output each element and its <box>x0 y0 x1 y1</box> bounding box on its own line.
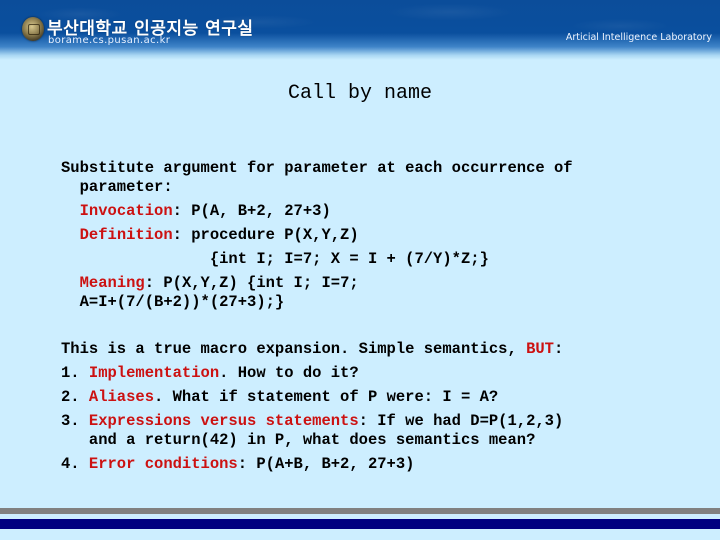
body-line: Definition: procedure P(X,Y,Z) <box>61 225 359 245</box>
body-text: : P(A, B+2, 27+3) <box>172 202 331 220</box>
body-line: A=I+(7/(B+2))*(27+3);} <box>61 292 285 312</box>
highlighted-term: Aliases <box>88 388 155 406</box>
slide-header: 부산대학교 인공지능 연구실 borame.cs.pusan.ac.kr Art… <box>0 0 720 60</box>
body-text: Substitute argument for parameter at eac… <box>61 159 573 177</box>
body-text: and a return(42) in P, what does semanti… <box>61 431 536 449</box>
body-line: 2. Aliases. What if statement of P were:… <box>61 387 498 407</box>
body-text: This is a true macro expansion. Simple s… <box>61 340 527 358</box>
body-text: 1. <box>61 364 89 382</box>
body-line: This is a true macro expansion. Simple s… <box>61 339 563 359</box>
highlighted-term: BUT <box>526 340 554 358</box>
highlighted-term: Meaning <box>79 274 145 292</box>
university-emblem-icon <box>22 17 44 41</box>
body-text: : procedure P(X,Y,Z) <box>172 226 359 244</box>
body-line: 1. Implementation. How to do it? <box>61 363 359 383</box>
body-text <box>61 274 80 292</box>
body-line: {int I; I=7; X = I + (7/Y)*Z;} <box>61 249 489 269</box>
body-text: . What if statement of P were: I = A? <box>154 388 499 406</box>
footer-navy-bar <box>0 519 720 529</box>
body-text: A=I+(7/(B+2))*(27+3);} <box>61 293 285 311</box>
highlighted-term: Error conditions <box>88 455 238 473</box>
body-text: : P(X,Y,Z) {int I; I=7; <box>144 274 359 292</box>
body-line: 4. Error conditions: P(A+B, B+2, 27+3) <box>61 454 414 474</box>
body-text: 3. <box>61 412 89 430</box>
highlighted-term: Definition <box>79 226 173 244</box>
body-line: parameter: <box>61 177 173 197</box>
lab-name: Articial Intelligence Laboratory <box>565 32 712 43</box>
body-text: 4. <box>61 455 89 473</box>
body-line: Invocation: P(A, B+2, 27+3) <box>61 201 331 221</box>
highlighted-term: Expressions versus statements <box>88 412 359 430</box>
body-line: Meaning: P(X,Y,Z) {int I; I=7; <box>61 273 359 293</box>
university-url: borame.cs.pusan.ac.kr <box>48 35 171 46</box>
body-text: parameter: <box>61 178 173 196</box>
body-text: : P(A+B, B+2, 27+3) <box>237 455 415 473</box>
highlighted-term: Invocation <box>79 202 173 220</box>
body-text <box>61 226 80 244</box>
slide-title: Call by name <box>287 82 433 105</box>
body-text: 2. <box>61 388 89 406</box>
body-text: {int I; I=7; X = I + (7/Y)*Z;} <box>61 250 489 268</box>
body-text: : If we had D=P(1,2,3) <box>358 412 564 430</box>
footer-gray-bar <box>0 508 720 514</box>
body-line: and a return(42) in P, what does semanti… <box>61 430 536 450</box>
highlighted-term: Implementation <box>88 364 220 382</box>
body-text: : <box>553 340 564 358</box>
body-text: . How to do it? <box>219 364 359 382</box>
body-text <box>61 202 80 220</box>
body-line: Substitute argument for parameter at eac… <box>61 158 573 178</box>
body-line: 3. Expressions versus statements: If we … <box>61 411 563 431</box>
